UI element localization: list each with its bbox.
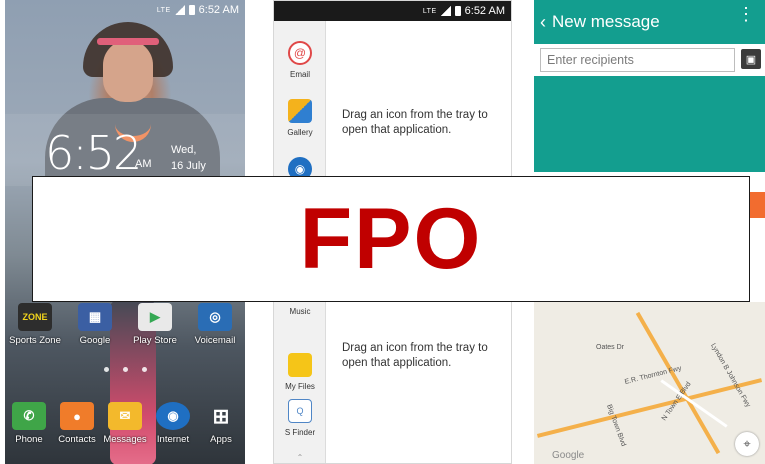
home-app-row: ZONE Sports Zone ▦ Google ▶ Play Store ◎…	[5, 303, 245, 346]
page-dot	[122, 367, 128, 372]
tray-label: Music	[289, 307, 311, 316]
dock: ✆ Phone ● Contacts ✉ Messages ◉ Internet…	[5, 402, 245, 445]
dock-label: Messages	[103, 434, 147, 445]
tray-item-more[interactable]: ⌃	[274, 453, 326, 462]
drop-hint-bottom: Drag an icon from the tray to open that …	[342, 342, 488, 369]
clock-date: 16 July	[171, 160, 206, 172]
phone-icon: ✆	[12, 402, 46, 430]
runner-photo-face	[103, 40, 153, 102]
status-bar: LTE 6:52 AM	[274, 1, 511, 21]
app-label: Play Store	[133, 335, 177, 346]
contact-picker-icon[interactable]: ▣	[741, 49, 761, 69]
page-indicator[interactable]	[5, 367, 245, 372]
status-time: 6:52 AM	[198, 4, 239, 16]
fpo-placeholder: FPO	[32, 176, 750, 302]
tray-item-s-finder[interactable]: Q S Finder	[274, 399, 326, 437]
status-bar: LTE 6:52 AM	[5, 0, 245, 20]
play-store-icon: ▶	[138, 303, 172, 331]
map-label-big-town: Big Town Blvd	[605, 403, 627, 448]
messages-icon: ✉	[108, 402, 142, 430]
internet-icon: ◉	[156, 402, 190, 430]
app-google-folder[interactable]: ▦ Google	[71, 303, 119, 346]
gallery-icon	[288, 99, 312, 123]
runner-headband	[97, 38, 159, 45]
dock-label: Phone	[15, 434, 43, 445]
map-road-lyndon	[635, 311, 721, 455]
map-view[interactable]: Oates Dr E.R. Thornton Fwy N Town E Blvd…	[534, 302, 765, 464]
dock-apps[interactable]: ⊞ Apps	[197, 402, 245, 446]
compose-area[interactable]	[534, 76, 765, 172]
network-label: LTE	[422, 7, 437, 15]
map-label-lyndon: Lyndon B Johnson Fwy	[709, 342, 752, 409]
fpo-text: FPO	[299, 190, 483, 287]
more-icon: ⌃	[296, 453, 304, 462]
message-title: New message	[552, 12, 660, 31]
side-tab[interactable]	[749, 192, 765, 218]
signal-icon	[174, 5, 185, 15]
overflow-menu-icon[interactable]: ⋮	[737, 5, 755, 23]
status-time: 6:52 AM	[464, 5, 505, 17]
clock-day: Wed,	[171, 144, 197, 156]
dock-contacts[interactable]: ● Contacts	[53, 402, 101, 445]
message-header: ‹ New message ⋮	[534, 0, 765, 44]
app-play-store[interactable]: ▶ Play Store	[131, 303, 179, 346]
map-label-dates-dr: Oates Dr	[596, 344, 625, 351]
my-location-icon[interactable]: ⌖	[735, 432, 759, 456]
dock-messages[interactable]: ✉ Messages	[101, 402, 149, 445]
recipients-input[interactable]: Enter recipients	[540, 48, 735, 72]
app-label: Voicemail	[194, 335, 236, 346]
dock-label: Contacts	[58, 434, 96, 445]
clock-ampm: AM	[135, 158, 152, 170]
tray-label: My Files	[285, 382, 315, 391]
app-sports-zone[interactable]: ZONE Sports Zone	[9, 303, 61, 346]
app-label: Google	[79, 335, 111, 346]
dock-phone[interactable]: ✆ Phone	[5, 402, 53, 445]
dock-label: Internet	[156, 434, 190, 445]
dock-label: Apps	[210, 434, 232, 445]
apps-grid-icon: ⊞	[212, 405, 230, 428]
email-icon: @	[288, 41, 312, 65]
page-dot	[103, 367, 109, 372]
battery-icon	[188, 5, 195, 15]
tray-item-gallery[interactable]: Gallery	[274, 99, 326, 137]
network-label: LTE	[156, 6, 171, 14]
my-files-icon	[288, 353, 312, 377]
clock-time: 6:52	[45, 126, 142, 180]
tray-item-music[interactable]: Music	[274, 307, 326, 316]
tray-item-email[interactable]: @ Email	[274, 41, 326, 79]
tray-label: S Finder	[284, 428, 316, 437]
app-label: Sports Zone	[9, 335, 61, 346]
signal-icon	[440, 6, 451, 16]
zone-icon: ZONE	[18, 303, 52, 331]
tray-label: Email	[289, 70, 310, 79]
map-google-logo: Google	[552, 450, 585, 461]
s-finder-icon: Q	[288, 399, 312, 423]
dock-internet[interactable]: ◉ Internet	[149, 402, 197, 445]
drop-hint-top: Drag an icon from the tray to open that …	[342, 109, 488, 136]
voicemail-icon: ◎	[198, 303, 232, 331]
tray-item-my-files[interactable]: My Files	[274, 353, 326, 391]
back-icon[interactable]: ‹	[540, 12, 546, 33]
battery-icon	[454, 6, 461, 16]
app-voicemail[interactable]: ◎ Voicemail	[191, 303, 239, 346]
tray-label: Gallery	[287, 128, 313, 137]
google-folder-icon: ▦	[78, 303, 112, 331]
page-dot	[141, 367, 147, 372]
contacts-icon: ●	[60, 402, 94, 430]
map-road-thornton	[536, 378, 763, 438]
